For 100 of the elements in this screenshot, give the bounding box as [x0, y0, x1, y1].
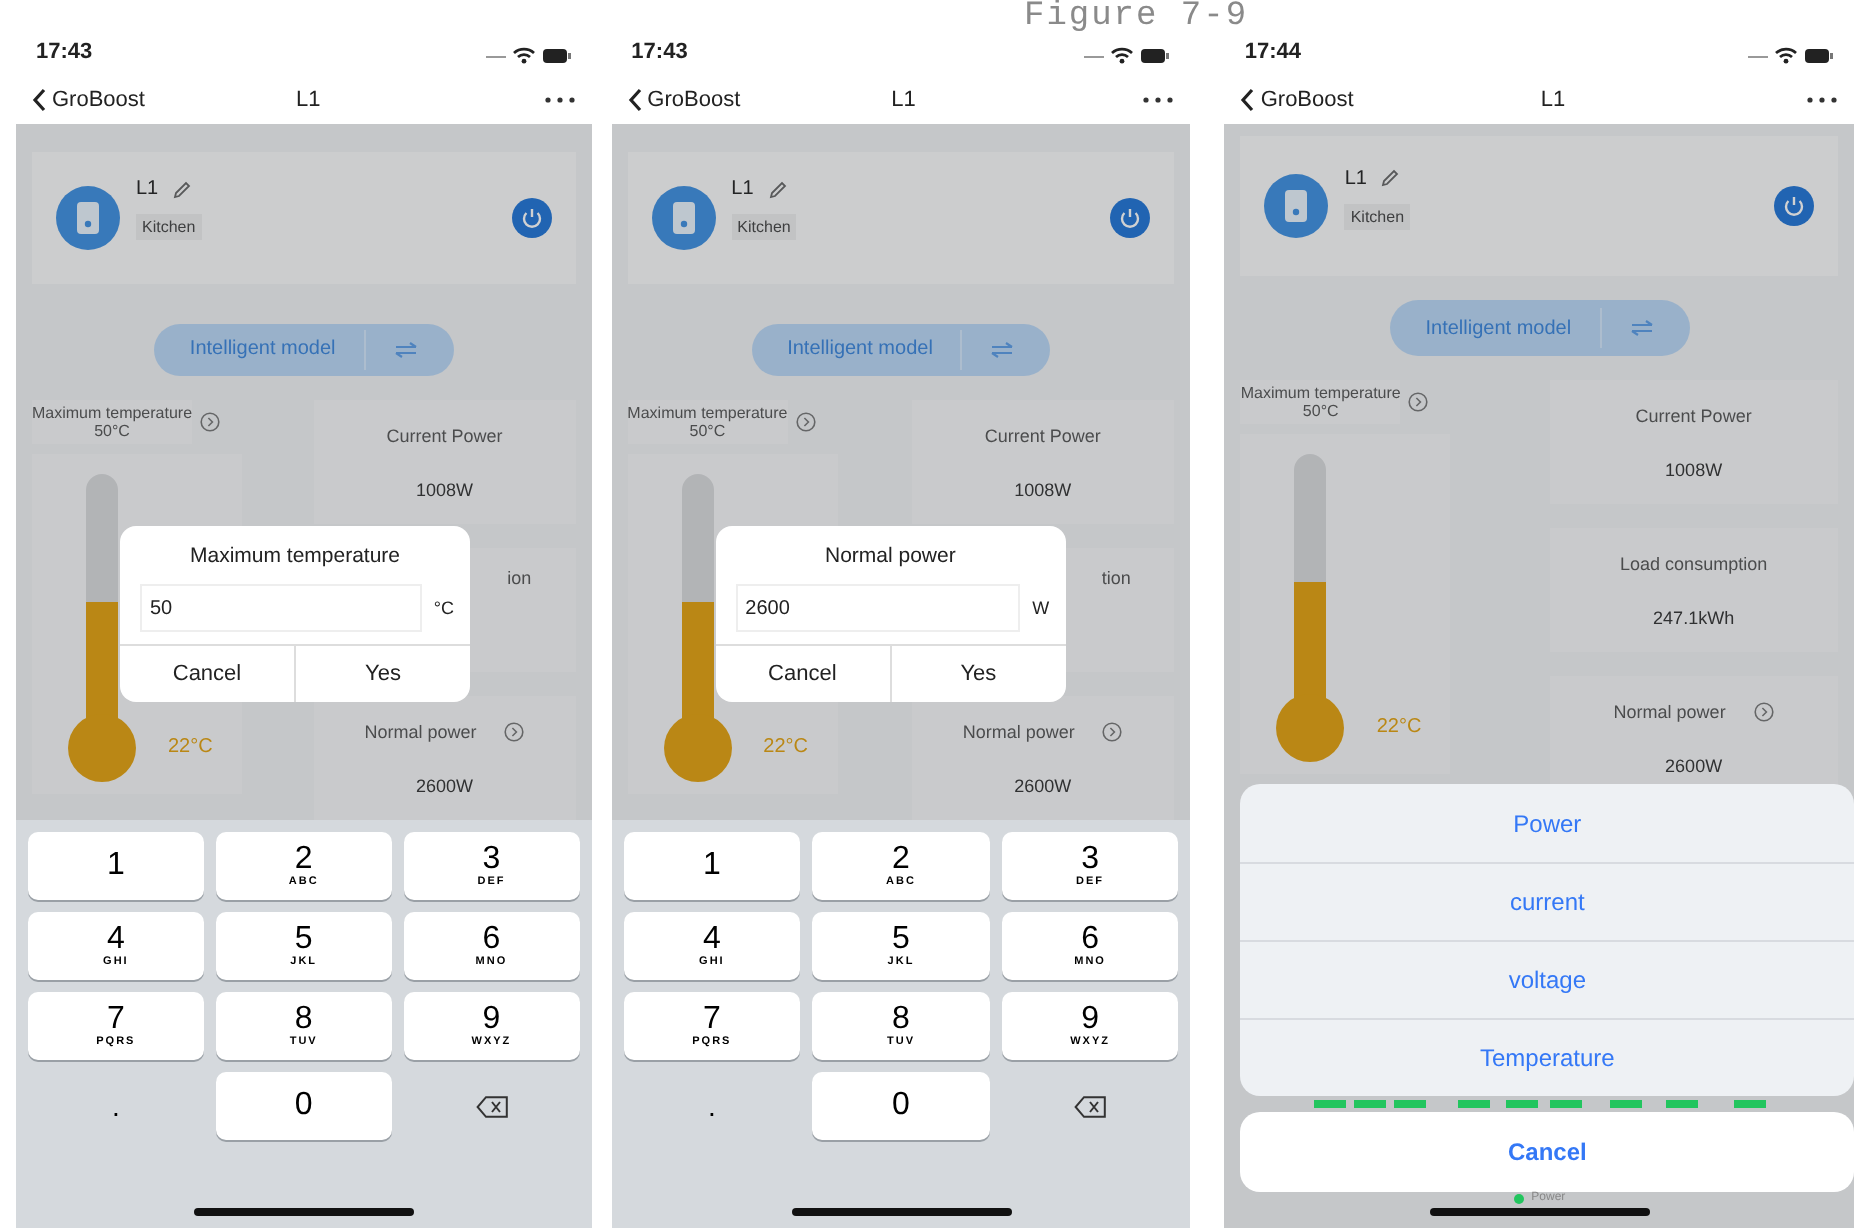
- device-name: L1: [731, 178, 754, 201]
- tile-label: Normal power: [962, 721, 1075, 741]
- tile-label: Current Power: [984, 425, 1101, 445]
- sheet-option[interactable]: voltage: [1240, 940, 1854, 1018]
- dialog-title: Maximum temperature: [187, 542, 403, 572]
- wifi-icon: [1773, 46, 1798, 64]
- power-icon[interactable]: [1773, 186, 1814, 226]
- dialog-button[interactable]: Cancel: [120, 646, 294, 702]
- tile-value: 2600W: [415, 775, 474, 795]
- device-name: L1: [136, 178, 159, 201]
- dialog-button[interactable]: Yes: [889, 646, 1066, 702]
- back-button[interactable]: GroBoost: [627, 88, 741, 112]
- more-icon[interactable]: [1142, 96, 1175, 104]
- switch-arrows-icon: [1629, 320, 1654, 336]
- thermometer-bulb: [663, 714, 732, 782]
- input-field[interactable]: 50: [140, 584, 422, 632]
- keypad-key[interactable]: 1: [623, 832, 801, 900]
- pencil-icon[interactable]: [767, 179, 788, 200]
- tile-value: 50°C: [689, 422, 726, 440]
- back-chevron-icon: [1240, 88, 1255, 112]
- sheet-option[interactable]: Power: [1240, 784, 1854, 862]
- delete-icon[interactable]: [1074, 1095, 1107, 1117]
- device-name: L1: [1344, 167, 1367, 189]
- chevron-circle-icon[interactable]: [1102, 721, 1123, 741]
- tile-value: 247.1kWh: [1653, 607, 1735, 627]
- keypad-key[interactable]: 1: [28, 832, 204, 900]
- battery-icon: [1803, 47, 1834, 63]
- tile-label: tion: [1101, 568, 1131, 588]
- power-icon[interactable]: [1110, 197, 1151, 238]
- tile-label: Maximum temperature: [627, 404, 788, 422]
- temperature-reading: 22°C: [168, 736, 213, 758]
- thermometer-bulb: [1276, 694, 1345, 762]
- more-icon[interactable]: [543, 96, 576, 104]
- dialog-title: Normal power: [822, 542, 958, 572]
- input-field[interactable]: 2600: [735, 584, 1021, 632]
- sheet-option[interactable]: Temperature: [1240, 1018, 1854, 1096]
- back-button[interactable]: GroBoost: [1240, 88, 1354, 112]
- wifi-icon: [511, 46, 536, 64]
- signal-icon: [1084, 51, 1105, 59]
- unit-label: °C: [433, 598, 454, 618]
- back-chevron-icon: [32, 88, 46, 112]
- figure-caption: Figure 7-9: [1024, 0, 1249, 34]
- pencil-icon[interactable]: [172, 179, 193, 200]
- device-icon: [651, 185, 716, 250]
- keypad-key[interactable]: 0: [215, 1072, 392, 1140]
- status-time: 17:44: [1244, 40, 1301, 64]
- delete-icon[interactable]: [475, 1095, 508, 1117]
- signal-icon: [1747, 51, 1768, 59]
- tile-label: Maximum temperature: [32, 404, 193, 422]
- tile-label: Current Power: [386, 425, 503, 445]
- page-title: L1: [296, 88, 321, 112]
- wifi-icon: [1110, 46, 1135, 64]
- tile-value: 2600W: [1014, 775, 1072, 795]
- battery-icon: [541, 47, 572, 63]
- chevron-circle-icon[interactable]: [795, 412, 816, 432]
- sheet-option[interactable]: current: [1240, 862, 1854, 940]
- more-icon[interactable]: [1805, 96, 1838, 104]
- power-icon[interactable]: [511, 197, 552, 238]
- chevron-circle-icon[interactable]: [200, 412, 221, 432]
- device-icon: [56, 185, 120, 250]
- status-time: 17:43: [631, 40, 688, 64]
- tile-label: ion: [507, 568, 532, 588]
- pencil-icon[interactable]: [1380, 168, 1401, 188]
- tile-value: 1008W: [1014, 479, 1072, 499]
- tile-label: Load consumption: [1620, 553, 1768, 573]
- temperature-reading: 22°C: [1376, 716, 1422, 738]
- switch-arrows-icon: [393, 341, 418, 358]
- tile-label: Normal power: [364, 721, 477, 741]
- thermometer-bulb: [68, 714, 136, 782]
- chevron-circle-icon[interactable]: [504, 721, 525, 741]
- tile-value: 1008W: [1665, 459, 1723, 479]
- back-chevron-icon: [627, 88, 642, 112]
- dialog-button[interactable]: Cancel: [715, 646, 890, 702]
- switch-arrows-icon: [990, 341, 1015, 358]
- tile-value: 1008W: [415, 479, 474, 499]
- signal-icon: [485, 51, 506, 59]
- room-label: Kitchen: [1344, 203, 1411, 229]
- chevron-circle-icon[interactable]: [1753, 701, 1774, 721]
- keypad-key[interactable]: 0: [812, 1072, 990, 1140]
- battery-icon: [1140, 47, 1171, 63]
- room-label: Kitchen: [731, 214, 797, 241]
- tile-label: Normal power: [1613, 701, 1726, 721]
- status-time: 17:43: [36, 40, 93, 64]
- dialog-button[interactable]: Yes: [294, 646, 470, 702]
- temperature-reading: 22°C: [763, 736, 809, 758]
- page-title: L1: [891, 88, 916, 112]
- keypad-key[interactable]: .: [28, 1072, 204, 1140]
- tile-value: 2600W: [1665, 755, 1723, 775]
- room-label: Kitchen: [136, 214, 202, 241]
- page-title: L1: [1540, 88, 1566, 112]
- unit-label: W: [1032, 598, 1050, 618]
- tile-value: 50°C: [94, 422, 130, 440]
- back-button[interactable]: GroBoost: [32, 88, 145, 112]
- cancel-button[interactable]: Cancel: [1240, 1112, 1854, 1192]
- tile-value: 50°C: [1302, 402, 1339, 420]
- keypad-key[interactable]: .: [623, 1072, 801, 1140]
- tile-label: Maximum temperature: [1240, 384, 1401, 402]
- chevron-circle-icon[interactable]: [1408, 392, 1429, 412]
- device-icon: [1264, 174, 1329, 238]
- tile-label: Current Power: [1635, 405, 1752, 425]
